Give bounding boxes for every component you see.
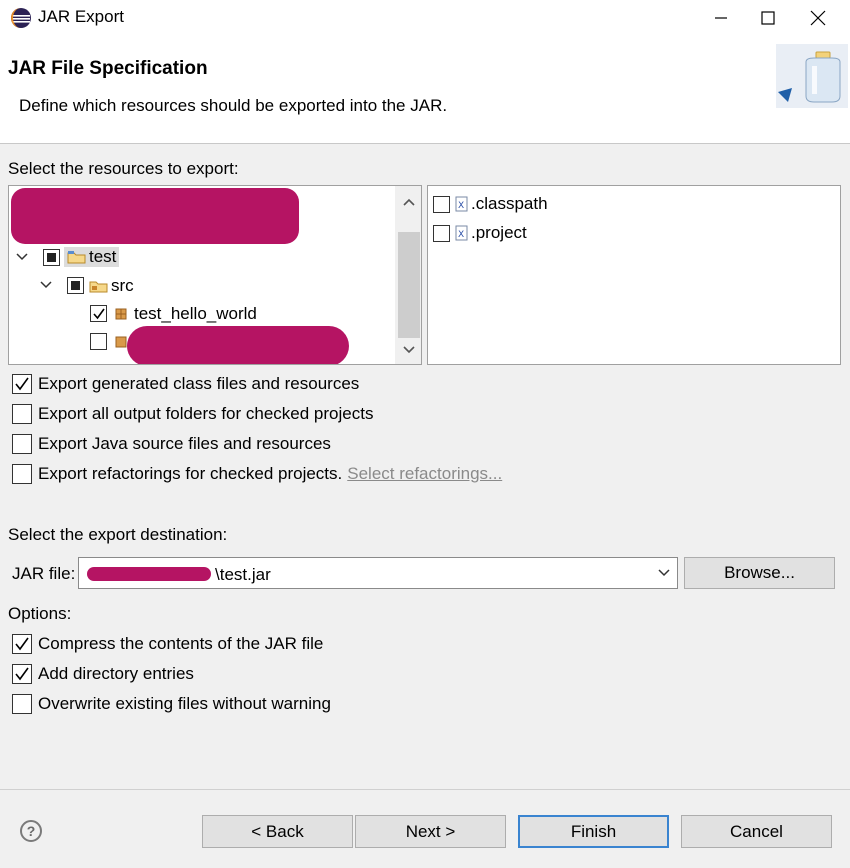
tree-item-test-hello-world[interactable]: test_hello_world xyxy=(113,303,257,325)
destination-label: Select the export destination: xyxy=(8,525,228,544)
page-description: Define which resources should be exporte… xyxy=(19,96,448,115)
maximize-icon xyxy=(761,11,775,25)
footer-divider xyxy=(0,789,850,790)
close-button[interactable] xyxy=(795,0,841,36)
jar-banner-icon xyxy=(776,44,848,108)
checkmark-icon xyxy=(92,308,105,319)
file-item-classpath[interactable]: X .classpath xyxy=(433,194,548,214)
option-label: Overwrite existing files without warning xyxy=(38,694,331,713)
checkbox[interactable] xyxy=(12,434,32,454)
option-label: Export Java source files and resources xyxy=(38,434,331,453)
help-icon[interactable]: ? xyxy=(20,820,42,842)
title-bar: JAR Export xyxy=(0,0,850,36)
overwrite-option[interactable]: Overwrite existing files without warning xyxy=(12,692,331,716)
tree-checkbox-src[interactable] xyxy=(67,277,84,294)
compress-option[interactable]: Compress the contents of the JAR file xyxy=(12,632,323,656)
checkbox[interactable] xyxy=(12,634,32,654)
option-label: Export all output folders for checked pr… xyxy=(38,404,374,423)
xml-file-icon: X xyxy=(455,196,468,212)
checkmark-icon xyxy=(15,637,29,651)
option-label: Export refactorings for checked projects… xyxy=(38,464,343,483)
resources-label: Select the resources to export: xyxy=(8,159,239,178)
scroll-thumb[interactable] xyxy=(398,232,420,338)
browse-button[interactable]: Browse... xyxy=(684,557,835,589)
scroll-down-button[interactable] xyxy=(395,336,421,364)
chevron-up-icon xyxy=(402,198,415,206)
checkbox[interactable] xyxy=(12,374,32,394)
file-checkbox[interactable] xyxy=(433,195,450,213)
checkbox[interactable] xyxy=(12,464,32,484)
file-item-project[interactable]: X .project xyxy=(433,223,527,243)
wizard-header: JAR File Specification Define which reso… xyxy=(0,36,850,144)
options-label: Options: xyxy=(8,604,72,623)
tree-checkbox-redacted[interactable] xyxy=(90,333,107,350)
tree-checkbox-test-hello-world[interactable] xyxy=(90,305,107,322)
tree-item-test[interactable]: test xyxy=(64,246,120,268)
jar-file-value: \test.jar xyxy=(215,565,271,584)
file-list[interactable]: X .classpath X .project xyxy=(427,185,841,365)
option-label: Compress the contents of the JAR file xyxy=(38,634,324,653)
cancel-button[interactable]: Cancel xyxy=(681,815,832,848)
checkmark-icon xyxy=(15,377,29,391)
redaction-mark xyxy=(127,326,349,364)
file-label: .project xyxy=(471,223,527,242)
svg-text:X: X xyxy=(458,201,464,211)
chevron-down-icon[interactable] xyxy=(657,564,671,582)
redaction-mark xyxy=(11,188,299,244)
file-label: .classpath xyxy=(471,194,548,213)
tree-item-label: test xyxy=(89,247,117,266)
chevron-down-icon[interactable] xyxy=(40,280,52,290)
back-button[interactable]: < Back xyxy=(202,815,353,848)
checkmark-icon xyxy=(15,667,29,681)
close-icon xyxy=(810,10,826,26)
maximize-button[interactable] xyxy=(745,0,791,36)
option-label: Export generated class files and resourc… xyxy=(38,374,360,393)
chevron-down-icon[interactable] xyxy=(16,252,28,262)
project-folder-icon xyxy=(67,251,86,264)
scroll-up-button[interactable] xyxy=(395,186,421,218)
tree-item-label: src xyxy=(111,276,134,295)
jar-file-label: JAR file: xyxy=(12,564,76,583)
eclipse-icon xyxy=(11,8,31,28)
finish-button[interactable]: Finish xyxy=(518,815,669,848)
resource-tree[interactable]: test src test_hello_world xyxy=(8,185,422,365)
option-label: Add directory entries xyxy=(38,664,194,683)
checkbox[interactable] xyxy=(12,404,32,424)
page-title: JAR File Specification xyxy=(8,58,208,79)
jar-file-combo[interactable]: \test.jar xyxy=(78,557,678,589)
xml-file-icon: X xyxy=(455,225,468,241)
add-directory-entries-option[interactable]: Add directory entries xyxy=(12,662,194,686)
tree-checkbox-test[interactable] xyxy=(43,249,60,266)
minimize-button[interactable] xyxy=(698,0,744,36)
next-button[interactable]: Next > xyxy=(355,815,506,848)
tree-item-label: test_hello_world xyxy=(134,304,257,323)
file-checkbox[interactable] xyxy=(433,224,450,242)
checkbox[interactable] xyxy=(12,664,32,684)
package-icon xyxy=(115,308,127,320)
select-refactorings-link[interactable]: Select refactorings... xyxy=(347,464,502,484)
redaction-mark xyxy=(87,567,211,581)
minimize-icon xyxy=(715,17,727,19)
export-output-folders-option[interactable]: Export all output folders for checked pr… xyxy=(12,402,373,426)
export-class-files-option[interactable]: Export generated class files and resourc… xyxy=(12,372,359,396)
tree-item-src[interactable]: src xyxy=(89,275,134,297)
export-refactorings-option[interactable]: Export refactorings for checked projects… xyxy=(12,462,502,486)
chevron-down-icon xyxy=(402,346,415,354)
window-title: JAR Export xyxy=(38,7,124,26)
source-folder-icon xyxy=(89,281,108,293)
tree-scrollbar[interactable] xyxy=(395,186,421,364)
svg-text:X: X xyxy=(458,230,464,240)
export-source-files-option[interactable]: Export Java source files and resources xyxy=(12,432,331,456)
checkbox[interactable] xyxy=(12,694,32,714)
